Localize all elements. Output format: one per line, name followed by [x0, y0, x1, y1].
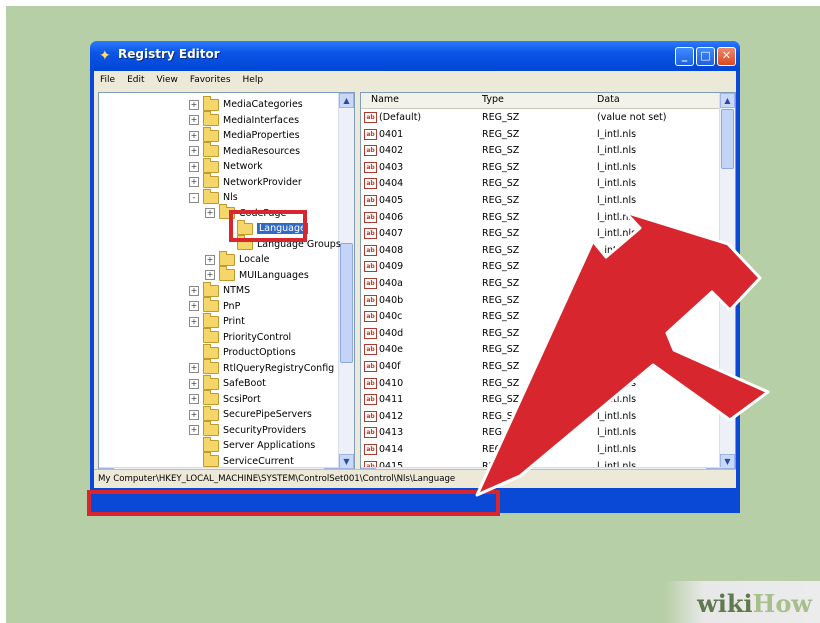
wikihow-logo: wikiHow: [697, 589, 812, 618]
watermark-part1: wiki: [697, 589, 753, 618]
arrow-shape: [475, 210, 770, 497]
watermark-part2: How: [752, 589, 812, 618]
watermark: wikiHow: [665, 581, 820, 623]
red-arrow-icon: [475, 210, 770, 497]
